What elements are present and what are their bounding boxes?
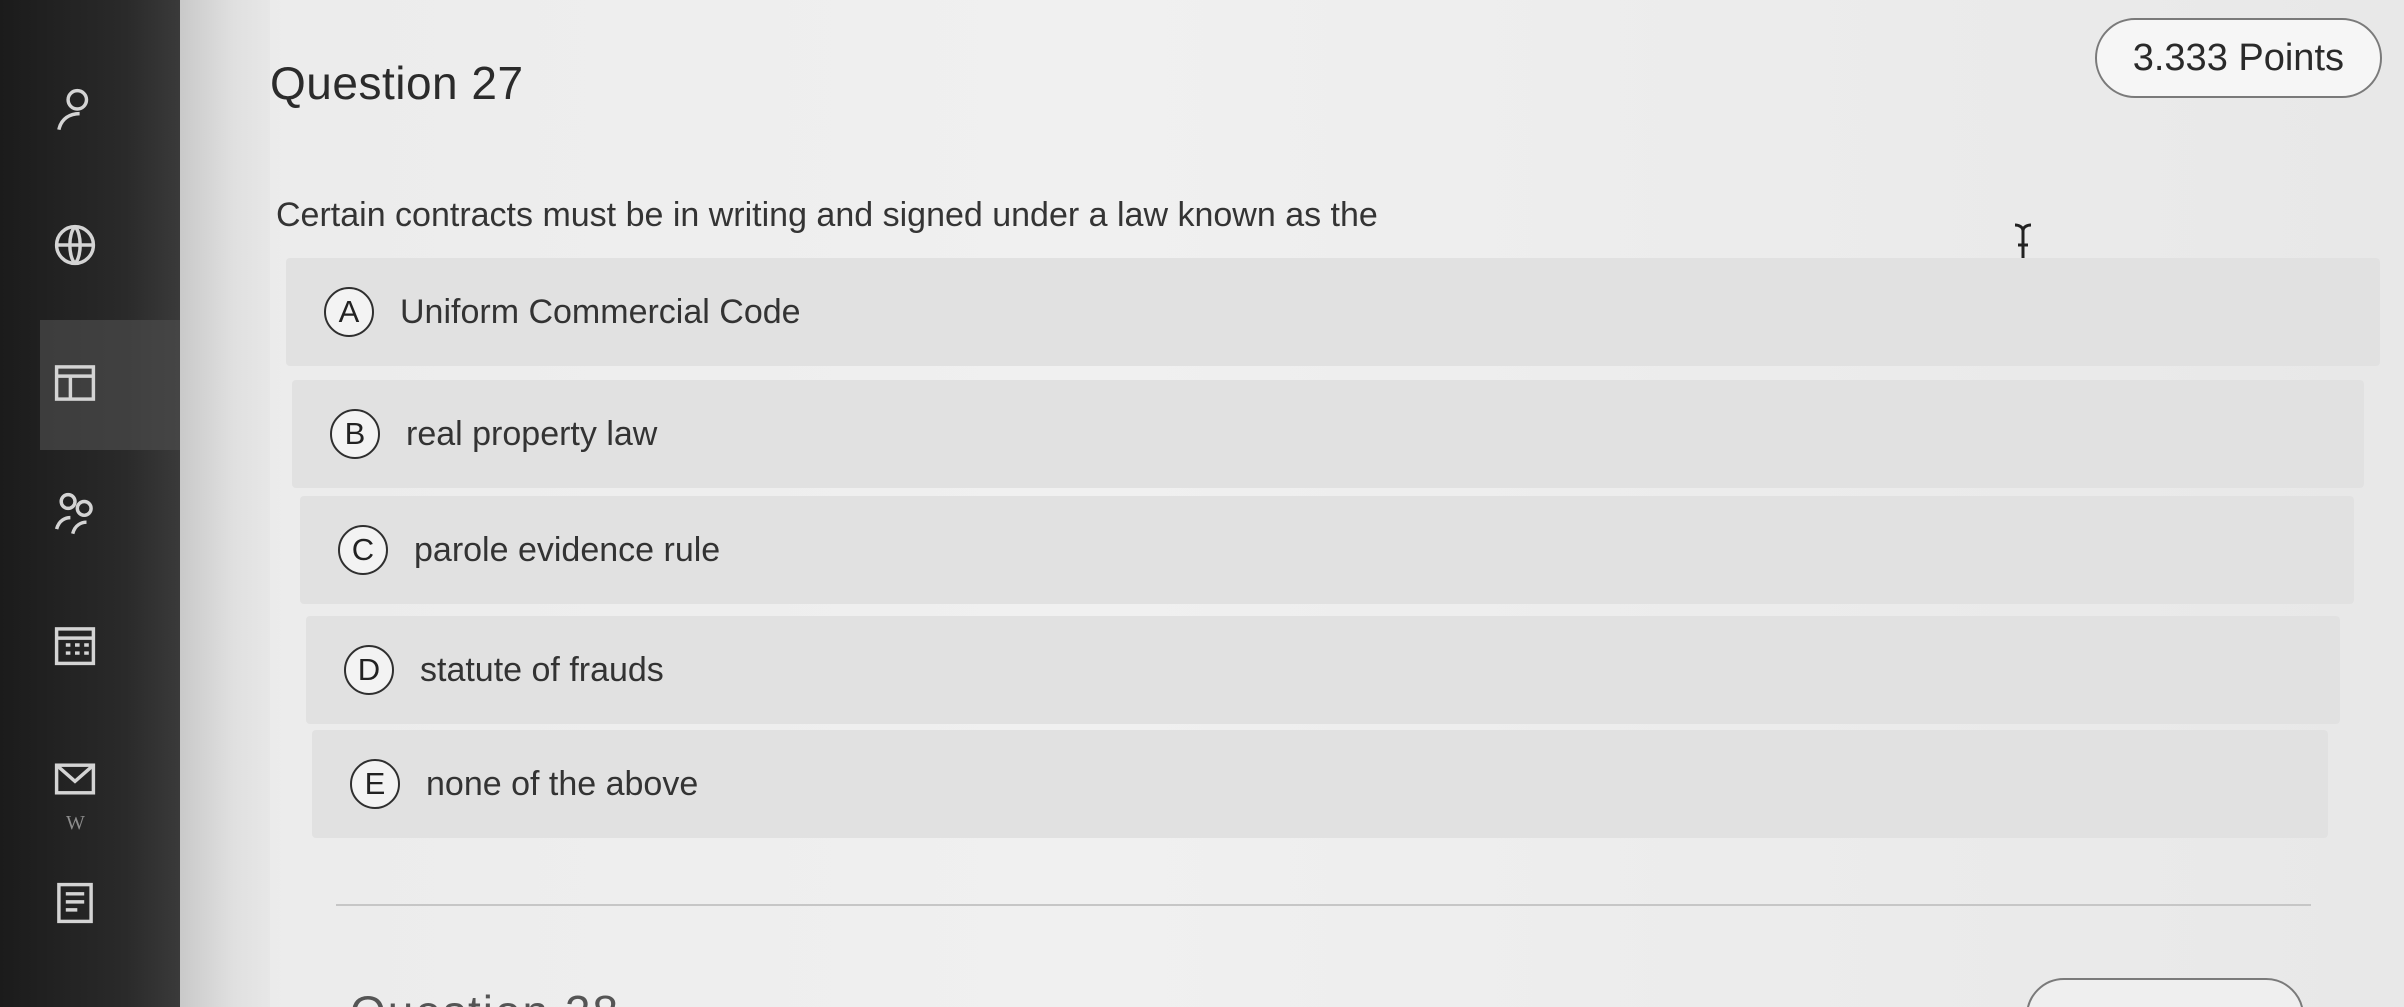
question-prompt: Certain contracts must be in writing and… bbox=[276, 196, 1378, 234]
points-badge: 3.333 Points bbox=[2094, 18, 2382, 98]
question-divider bbox=[336, 904, 2311, 906]
answer-option-d[interactable]: D statute of frauds bbox=[306, 616, 2340, 724]
option-label-c: parole evidence rule bbox=[414, 530, 721, 569]
answer-option-e[interactable]: E none of the above bbox=[312, 730, 2328, 838]
question-panel: Question 27 3.333 Points Certain contrac… bbox=[270, 0, 2404, 1007]
question-title: Question 27 bbox=[270, 57, 524, 109]
people-icon[interactable] bbox=[52, 490, 98, 536]
mail-icon[interactable] bbox=[52, 756, 98, 802]
option-letter-e: E bbox=[350, 759, 400, 809]
person-icon[interactable] bbox=[52, 86, 98, 132]
option-label-d: statute of frauds bbox=[420, 650, 664, 689]
option-label-a: Uniform Commercial Code bbox=[400, 292, 801, 331]
sidebar-partial-label: W bbox=[66, 812, 85, 834]
calendar-icon[interactable] bbox=[52, 622, 98, 668]
option-label-b: real property law bbox=[406, 414, 658, 453]
sidebar-edge bbox=[180, 0, 270, 1007]
panel-icon[interactable] bbox=[52, 360, 98, 406]
option-letter-d: D bbox=[344, 645, 394, 695]
globe-icon[interactable] bbox=[52, 222, 98, 268]
left-sidebar: W bbox=[0, 0, 180, 1007]
option-label-e: none of the above bbox=[426, 764, 699, 803]
answer-option-c[interactable]: C parole evidence rule bbox=[300, 496, 2354, 604]
next-points-badge bbox=[2026, 978, 2304, 1007]
document-icon[interactable] bbox=[52, 880, 98, 926]
option-letter-c: C bbox=[338, 525, 388, 575]
screen: W Question 27 3.333 Points Certain contr… bbox=[0, 0, 2404, 1007]
answer-option-a[interactable]: A Uniform Commercial Code bbox=[286, 258, 2380, 366]
option-letter-a: A bbox=[324, 287, 374, 337]
next-question-title: Question 28 bbox=[350, 985, 620, 1007]
answer-option-b[interactable]: B real property law bbox=[292, 380, 2364, 488]
option-letter-b: B bbox=[330, 409, 380, 459]
